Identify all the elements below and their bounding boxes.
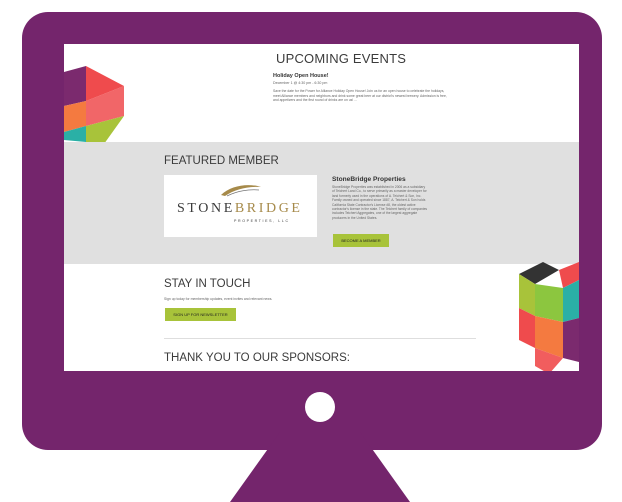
event-description: Save the date for the Power for Alliance… bbox=[273, 89, 447, 103]
logo-word-main: STONE bbox=[177, 201, 235, 216]
website-screen: UPCOMING EVENTS Holiday Open House! Dece… bbox=[64, 44, 579, 371]
logo-word-accent: BRIDGE bbox=[234, 201, 303, 216]
sponsors-title: THANK YOU TO OUR SPONSORS: bbox=[164, 352, 350, 364]
member-description: StoneBridge Properties was established i… bbox=[332, 185, 428, 220]
swoosh-icon bbox=[221, 185, 261, 197]
stay-in-touch-title: STAY IN TOUCH bbox=[164, 278, 251, 290]
stay-in-touch-description: Sign up today for membership updates, ev… bbox=[164, 297, 273, 301]
become-member-button[interactable]: BECOME A MEMBER bbox=[333, 234, 389, 247]
featured-member-title: FEATURED MEMBER bbox=[164, 155, 279, 167]
featured-member-section: FEATURED MEMBER STONEBRIDGE PROPERTIES, … bbox=[64, 142, 579, 264]
newsletter-signup-button[interactable]: SIGN UP FOR NEWSLETTER bbox=[165, 308, 236, 321]
hexagon-decoration-left bbox=[64, 66, 124, 144]
logo-subtext: PROPERTIES, LLC bbox=[234, 219, 290, 223]
event-name-link[interactable]: Holiday Open House! bbox=[273, 73, 329, 79]
member-name-link[interactable]: StoneBridge Properties bbox=[332, 176, 406, 183]
logo-wordmark: STONEBRIDGE bbox=[177, 201, 303, 217]
monitor-stand bbox=[230, 432, 410, 502]
section-divider bbox=[164, 338, 476, 339]
upcoming-events-title: UPCOMING EVENTS bbox=[276, 51, 407, 66]
hexagon-decoration-right bbox=[519, 262, 579, 371]
event-date: December 1 @ 4:30 pm - 6:30 pm bbox=[273, 81, 328, 85]
member-logo[interactable]: STONEBRIDGE PROPERTIES, LLC bbox=[164, 175, 317, 237]
power-button[interactable] bbox=[305, 392, 335, 422]
